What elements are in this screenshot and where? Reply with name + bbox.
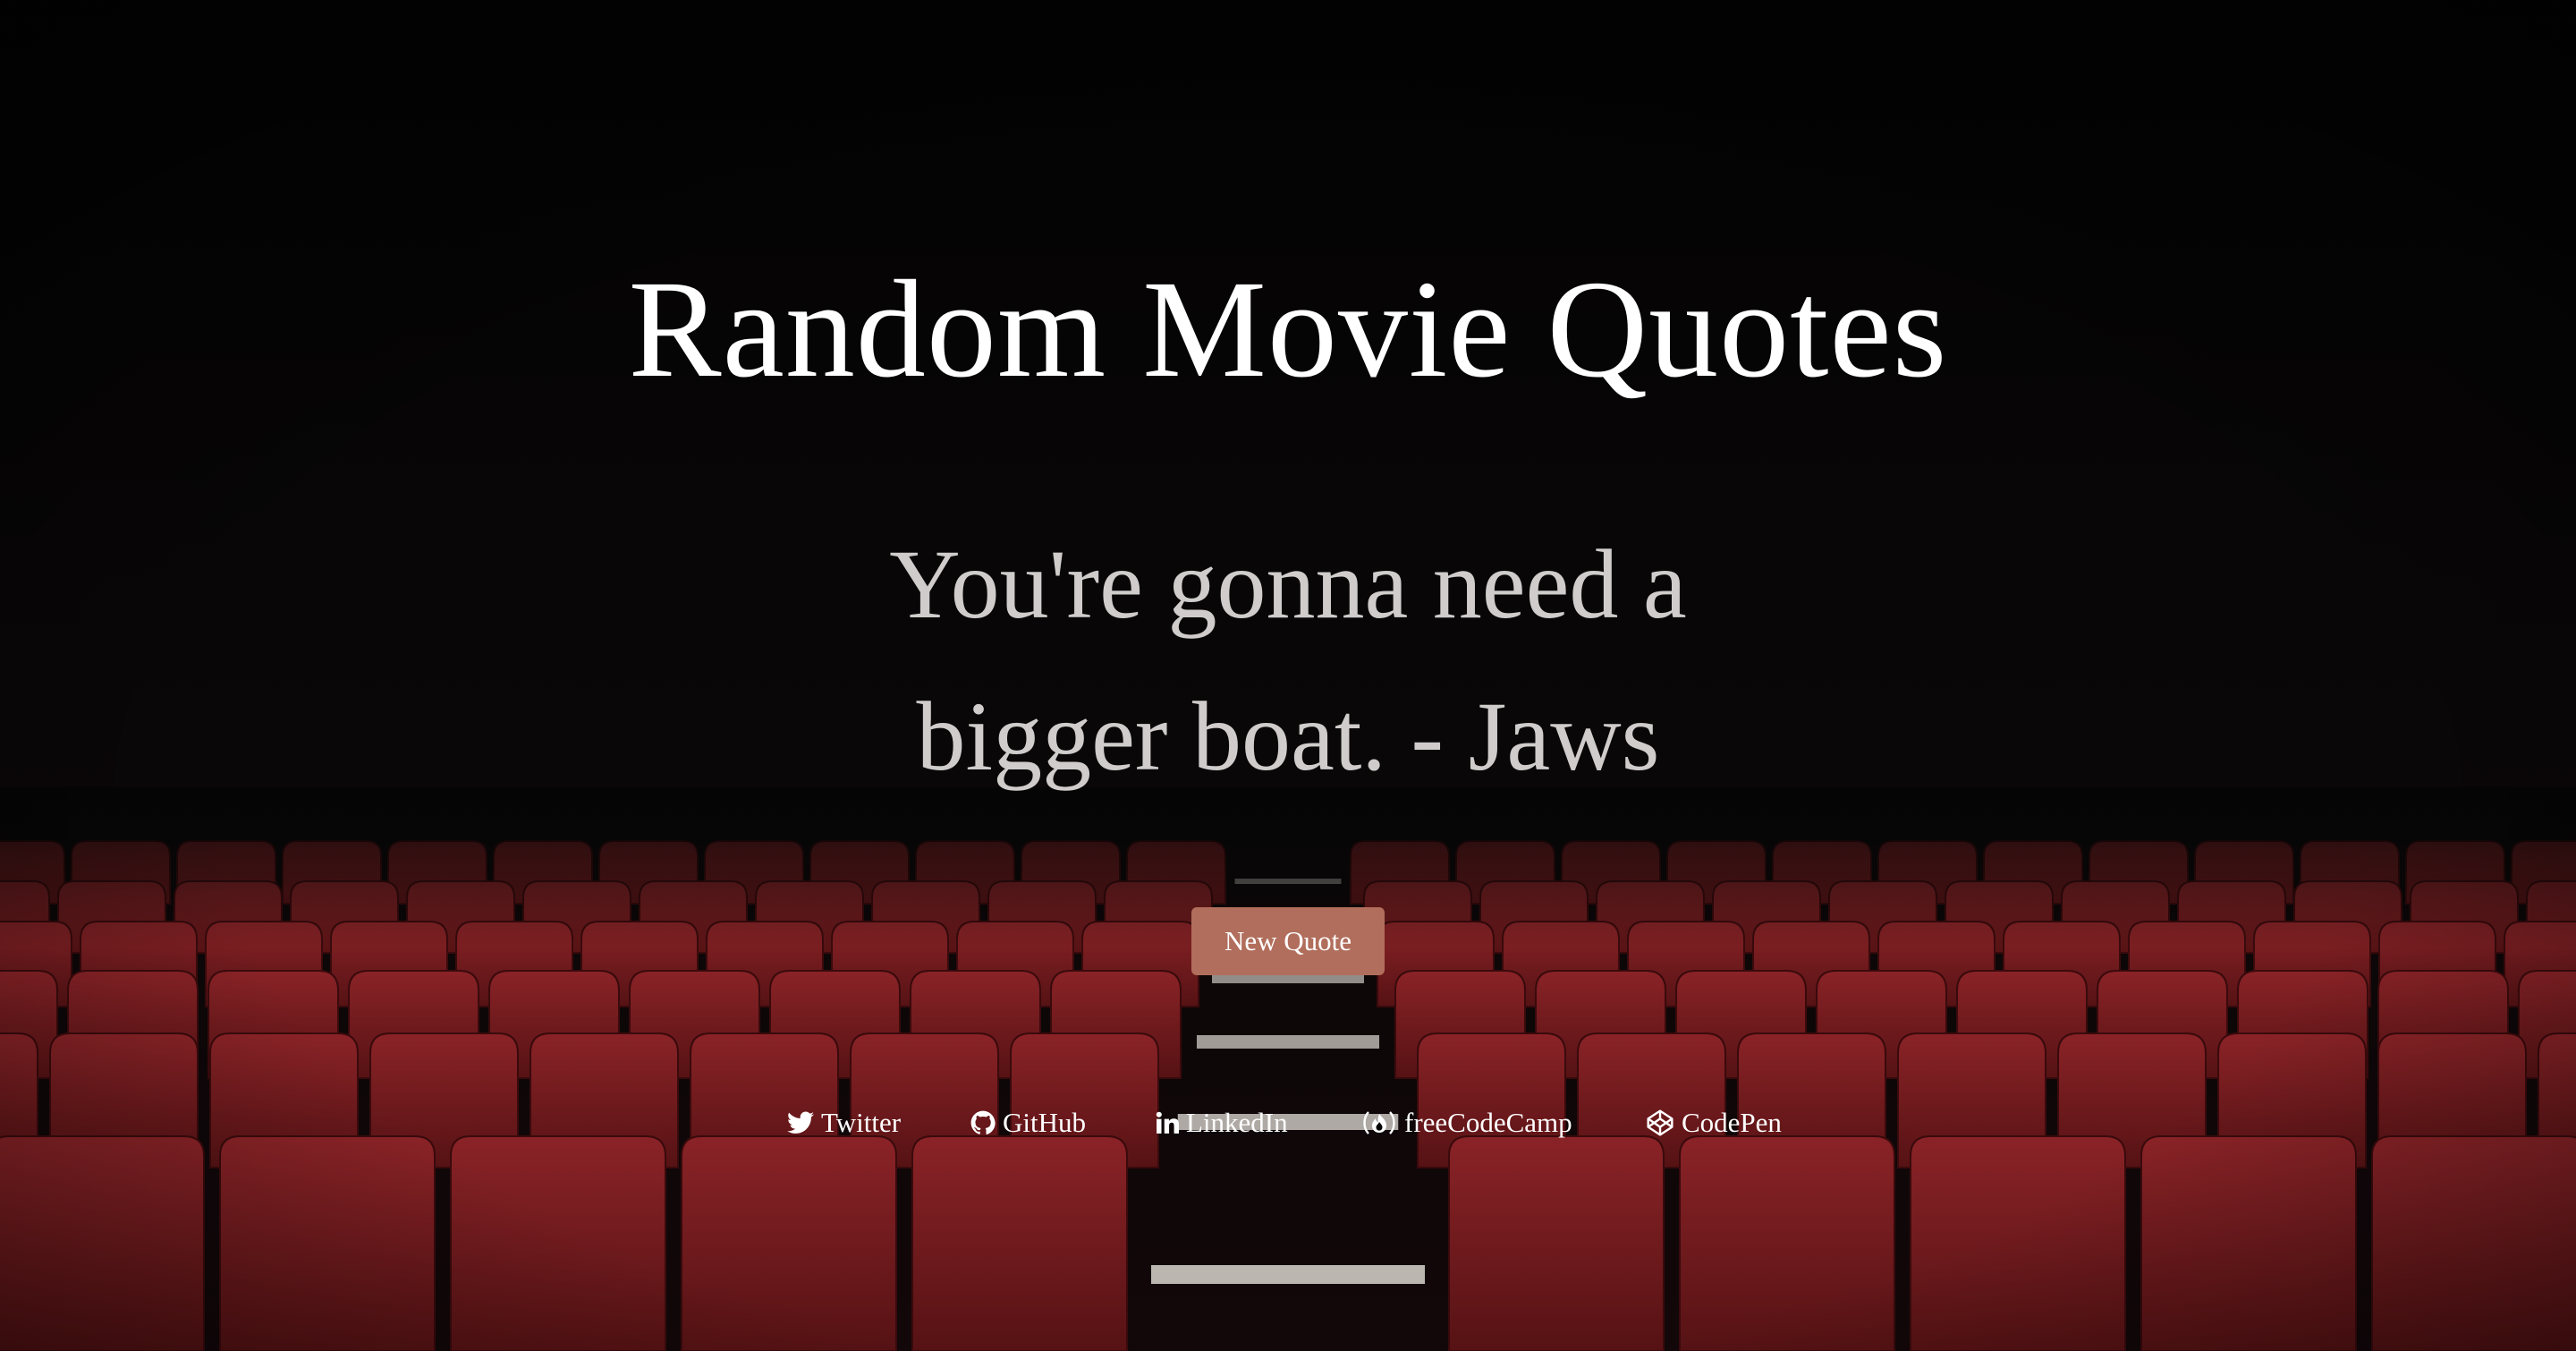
twitter-icon <box>787 1111 814 1134</box>
codepen-link[interactable]: CodePen <box>1646 1100 1782 1145</box>
github-link[interactable]: GitHub <box>970 1100 1086 1145</box>
new-quote-button[interactable]: New Quote <box>1191 907 1385 975</box>
linkedin-icon <box>1156 1111 1179 1134</box>
codepen-label: CodePen <box>1682 1107 1782 1138</box>
freecodecamp-label: freeCodeCamp <box>1404 1107 1572 1138</box>
social-links: Twitter GitHub LinkedIn freeCodeCamp Cod… <box>0 1100 2576 1145</box>
linkedin-label: LinkedIn <box>1186 1107 1288 1138</box>
codepen-icon <box>1647 1109 1674 1136</box>
freecodecamp-icon <box>1363 1111 1395 1134</box>
github-label: GitHub <box>1003 1107 1086 1138</box>
quote-text: You're gonna need a bigger boat. - Jaws <box>889 530 1687 791</box>
github-icon <box>970 1110 996 1134</box>
twitter-label: Twitter <box>821 1107 902 1138</box>
freecodecamp-link[interactable]: freeCodeCamp <box>1361 1100 1572 1145</box>
twitter-link[interactable]: Twitter <box>787 1100 901 1145</box>
page-title: Random Movie Quotes <box>628 251 1948 406</box>
linkedin-link[interactable]: LinkedIn <box>1156 1100 1288 1145</box>
